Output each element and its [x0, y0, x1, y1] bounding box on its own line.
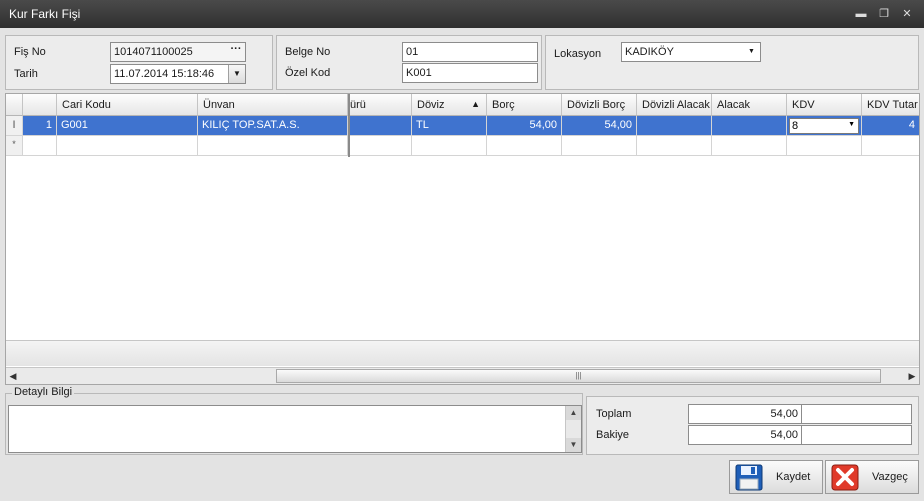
grid-header-unvan[interactable]: Ünvan	[198, 94, 348, 116]
lokasyon-value: KADIKÖY	[625, 46, 674, 58]
belge-no-value: 01	[406, 46, 419, 58]
totals-panel: Toplam 54,00 Bakiye 54,00	[586, 396, 919, 455]
table-cell-cari-kodu[interactable]: G001	[57, 116, 198, 136]
detayli-bilgi-memo[interactable]: ▲ ▼	[8, 405, 582, 453]
new-row-cell[interactable]	[562, 136, 637, 156]
fis-no-value: 1014071100025	[114, 46, 193, 58]
maximize-icon[interactable]: ❐	[876, 6, 892, 22]
grid-header-doviz-label: Döviz	[417, 99, 445, 111]
ozel-kod-field[interactable]: K001	[402, 63, 538, 83]
table-cell-doviz[interactable]: TL	[412, 116, 487, 136]
row-indicator[interactable]: I	[6, 116, 23, 136]
belge-no-field[interactable]: 01	[402, 42, 538, 62]
frozen-column-divider[interactable]	[348, 94, 350, 157]
cancel-label: Vazgeç	[872, 471, 908, 483]
grid-header-dovizli-borc[interactable]: Dövizli Borç	[562, 94, 637, 116]
scroll-right-icon[interactable]: ▶	[905, 368, 919, 384]
bakiye-label: Bakiye	[596, 429, 630, 441]
new-row-cell[interactable]	[637, 136, 712, 156]
detayli-bilgi-legend: Detaylı Bilgi	[12, 386, 75, 398]
grid-footer	[6, 340, 919, 366]
table-cell-turu[interactable]	[350, 116, 412, 136]
bakiye-field[interactable]: 54,00	[688, 425, 802, 445]
window-title: Kur Farkı Fişi	[9, 7, 81, 21]
save-label: Kaydet	[776, 471, 811, 483]
ellipsis-button[interactable]: ···	[229, 44, 243, 60]
kdv-value: 8	[792, 120, 799, 132]
save-button[interactable]: Kaydet	[729, 460, 823, 494]
ozel-kod-value: K001	[406, 67, 432, 79]
new-row-cell[interactable]	[412, 136, 487, 156]
table-cell-dovizli-borc[interactable]: 54,00	[562, 116, 637, 136]
table-cell-unvan[interactable]: KILIÇ TOP.SAT.A.S.	[198, 116, 348, 136]
scroll-left-icon[interactable]: ◀	[6, 368, 20, 384]
minimize-icon[interactable]: ▬	[853, 6, 869, 22]
vertical-scrollbar[interactable]: ▲ ▼	[565, 406, 581, 452]
kdv-select[interactable]: 8 ▼	[789, 118, 859, 134]
horizontal-scrollbar[interactable]: ◀ ||| ▶	[6, 367, 919, 384]
scroll-down-icon[interactable]: ▼	[566, 438, 581, 452]
table-cell-no[interactable]: 1	[23, 116, 57, 136]
tarih-field[interactable]: 11.07.2014 15:18:46 ▼	[110, 64, 246, 84]
fis-grid: Cari Kodu Ünvan ürü Döviz ▲ Borç Dövizli…	[5, 93, 920, 385]
toplam-label: Toplam	[596, 408, 632, 420]
cancel-button[interactable]: Vazgeç	[825, 460, 919, 494]
bakiye-extra-field[interactable]	[801, 425, 912, 445]
table-cell-alacak[interactable]	[712, 116, 787, 136]
scroll-up-icon[interactable]: ▲	[566, 406, 581, 420]
grid-header-turu[interactable]: ürü	[350, 94, 412, 116]
fis-no-field[interactable]: 1014071100025 ···	[110, 42, 246, 62]
grid-header-kdv[interactable]: KDV	[787, 94, 862, 116]
new-row-cell[interactable]	[487, 136, 562, 156]
grid-header-alacak[interactable]: Alacak	[712, 94, 787, 116]
fis-panel: Fiş No 1014071100025 ··· Tarih 11.07.201…	[5, 35, 273, 90]
window-titlebar: Kur Farkı Fişi ▬ ❐ ✕	[0, 0, 924, 28]
table-cell-kdv[interactable]: 8 ▼	[787, 116, 862, 136]
chevron-down-icon[interactable]: ▼	[228, 65, 245, 83]
lokasyon-select[interactable]: KADIKÖY ▼	[621, 42, 761, 62]
grid-header-borc[interactable]: Borç	[487, 94, 562, 116]
chevron-down-icon[interactable]: ▼	[848, 121, 855, 128]
sort-ascending-icon: ▲	[471, 99, 480, 109]
ozel-kod-label: Özel Kod	[285, 67, 331, 79]
grid-header-cari-kodu[interactable]: Cari Kodu	[57, 94, 198, 116]
scrollbar-thumb[interactable]: |||	[276, 369, 881, 383]
table-cell-kdv-tutar[interactable]: 4	[862, 116, 919, 136]
detayli-bilgi-group: Detaylı Bilgi ▲ ▼	[5, 386, 583, 455]
grid-header-doviz[interactable]: Döviz ▲	[412, 94, 487, 116]
new-row-cell[interactable]	[712, 136, 787, 156]
toplam-value: 54,00	[770, 408, 798, 420]
fis-no-label: Fiş No	[14, 46, 46, 58]
lokasyon-label: Lokasyon	[554, 48, 602, 60]
table-cell-dovizli-alacak[interactable]	[637, 116, 712, 136]
chevron-down-icon[interactable]: ▼	[743, 43, 760, 61]
floppy-disk-icon	[735, 464, 763, 491]
bakiye-value: 54,00	[770, 429, 798, 441]
grid-header-no[interactable]	[23, 94, 57, 116]
lokasyon-panel: Lokasyon KADIKÖY ▼	[545, 35, 919, 90]
cancel-x-icon	[831, 464, 859, 491]
table-cell-borc[interactable]: 54,00	[487, 116, 562, 136]
close-icon[interactable]: ✕	[899, 6, 915, 22]
toplam-extra-field[interactable]	[801, 404, 912, 424]
new-row-cell[interactable]	[350, 136, 412, 156]
grid-header-kdv-tutar[interactable]: KDV Tutar	[862, 94, 919, 116]
belge-panel: Belge No 01 Özel Kod K001	[276, 35, 542, 90]
new-row-icon[interactable]: *	[6, 136, 23, 156]
toplam-field[interactable]: 54,00	[688, 404, 802, 424]
new-row-cell[interactable]	[862, 136, 919, 156]
new-row-cell[interactable]	[787, 136, 862, 156]
grid-header-indicator	[6, 94, 23, 116]
tarih-label: Tarih	[14, 68, 38, 80]
new-row-cell[interactable]	[23, 136, 57, 156]
grid-header-dovizli-alacak[interactable]: Dövizli Alacak	[637, 94, 712, 116]
new-row-cell[interactable]	[57, 136, 198, 156]
tarih-value: 11.07.2014 15:18:46	[114, 68, 215, 80]
belge-no-label: Belge No	[285, 46, 331, 58]
new-row-cell[interactable]	[198, 136, 348, 156]
